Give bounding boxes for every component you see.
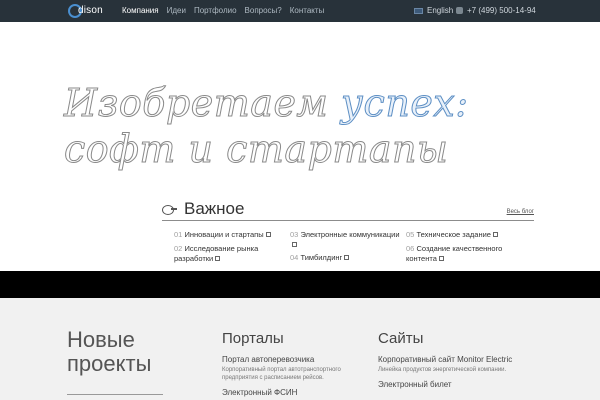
hero-line-1-text: Изобретаем — [63, 81, 342, 126]
language-label: English — [427, 6, 454, 15]
important-item[interactable]: 04 Тимбилдинг — [290, 253, 402, 263]
site-description: Линейка продуктов энергетической компани… — [378, 367, 507, 373]
important-title: Важное — [184, 198, 245, 218]
projects-section: Новые проекты Порталы Портал автоперевоз… — [0, 298, 600, 400]
site-link-ticket[interactable]: Электронный билет — [378, 380, 528, 389]
hero-accent-word: успех: — [341, 81, 469, 126]
important-list: 01 Инновации и стартапы 02 Исследование … — [162, 221, 534, 264]
external-link-icon — [215, 256, 221, 261]
nav-item-ideas[interactable]: Идеи — [167, 6, 186, 15]
external-link-icon — [292, 242, 297, 247]
nav-item-questions[interactable]: Вопросы? — [245, 6, 282, 15]
new-projects-heading: Новые проекты — [67, 328, 151, 376]
logo-text: dison — [78, 5, 103, 16]
magnifier-icon — [162, 203, 178, 215]
logo[interactable]: dison — [68, 3, 118, 20]
all-blog-link[interactable]: Весь блог — [507, 209, 534, 215]
nav-item-portfolio[interactable]: Портфолио — [194, 6, 237, 15]
new-projects-line-1: Новые — [67, 327, 135, 352]
nav-item-contacts[interactable]: Контакты — [290, 6, 325, 15]
nav-item-company[interactable]: Компания — [122, 6, 159, 15]
portal-link-fsin[interactable]: Электронный ФСИН — [222, 388, 372, 397]
external-link-icon — [492, 232, 498, 237]
phone-icon — [456, 7, 463, 14]
phone-number: +7 (499) 500-14-94 — [467, 6, 536, 15]
item-number: 02 — [174, 244, 183, 253]
important-section: Важное Весь блог 01 Инновации и стартапы… — [162, 197, 534, 264]
top-navigation-bar: dison Компания Идеи Портфолио Вопросы? К… — [0, 0, 600, 22]
hero-headline: Изобретаем успех: софт и стартапы — [63, 80, 484, 172]
hero-line-2: софт и стартапы — [64, 127, 449, 172]
item-number: 03 — [290, 230, 299, 239]
important-item[interactable]: 06 Создание качественного контента — [406, 244, 518, 264]
external-link-icon — [344, 255, 350, 260]
flag-icon — [414, 7, 423, 14]
item-text: Техническое задание — [416, 230, 491, 239]
hero-line-1: Изобретаем успех: — [63, 80, 484, 126]
black-divider-band — [0, 271, 600, 298]
sites-title: Сайты — [378, 330, 424, 347]
portals-column: Порталы Портал автоперевозчика Корпорати… — [222, 330, 372, 397]
item-text: Создание качественного контента — [406, 244, 503, 263]
portal-description: Корпоративный портал автотранспортного п… — [222, 367, 341, 381]
site-link-monitor-electric[interactable]: Корпоративный сайт Monitor Electric — [378, 355, 528, 364]
item-text: Инновации и стартапы — [184, 230, 264, 239]
sites-column: Сайты Корпоративный сайт Monitor Electri… — [378, 330, 528, 389]
main-nav: Компания Идеи Портфолио Вопросы? Контакт… — [122, 6, 332, 15]
portal-link-carrier[interactable]: Портал автоперевозчика — [222, 355, 372, 364]
item-number: 01 — [174, 230, 183, 239]
item-text: Тимбилдинг — [300, 253, 343, 262]
language-switch[interactable]: English — [414, 6, 453, 15]
portals-title: Порталы — [222, 330, 284, 347]
item-number: 04 — [290, 253, 299, 262]
external-link-icon — [438, 256, 444, 261]
important-header: Важное Весь блог — [162, 197, 534, 221]
heading-underline — [67, 394, 163, 395]
phone-contact: +7 (499) 500-14-94 — [456, 6, 536, 15]
important-item[interactable]: 05 Техническое задание — [406, 230, 518, 240]
important-item[interactable]: 01 Инновации и стартапы — [174, 230, 286, 240]
new-projects-line-2: проекты — [67, 351, 152, 376]
item-number: 06 — [406, 244, 415, 253]
item-number: 05 — [406, 230, 415, 239]
external-link-icon — [265, 232, 271, 237]
important-item[interactable]: 03 Электронные коммуникации — [290, 230, 402, 250]
important-item[interactable]: 02 Исследование рынка разработки — [174, 244, 286, 264]
item-text: Электронные коммуникации — [300, 230, 400, 239]
